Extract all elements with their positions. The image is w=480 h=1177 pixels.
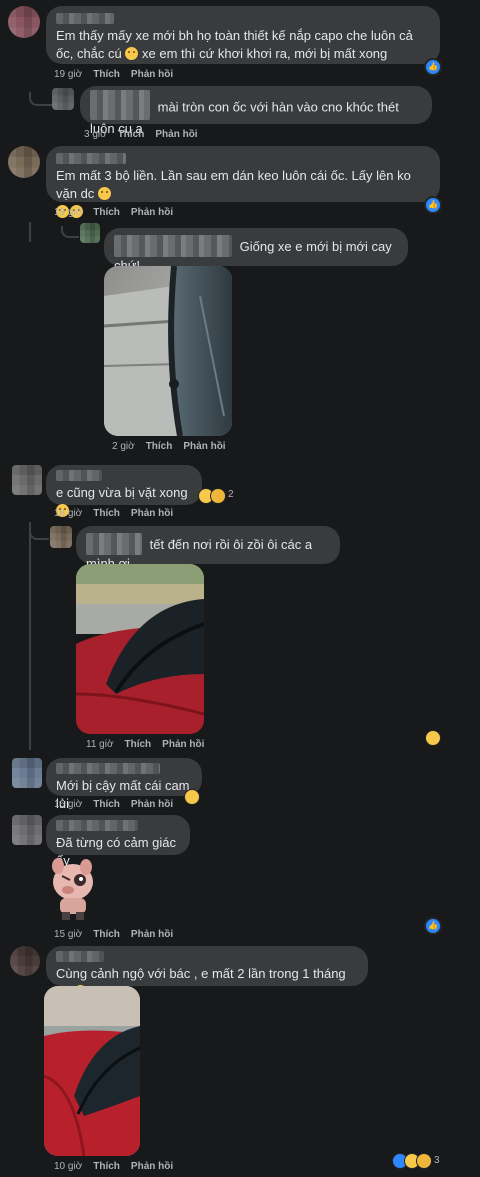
avatar[interactable] [8,146,40,178]
thread-connector [29,526,49,540]
comment-meta: 19 giờ Thích Phản hồi [54,207,184,218]
commenter-name[interactable] [90,90,150,120]
like-link[interactable]: Thích [125,739,152,750]
comment-bubble: Em mất 3 bộ liền. Lần sau em dán keo luô… [46,146,440,218]
reply-link[interactable]: Phản hồi [131,799,173,810]
reply-time[interactable]: 3 giờ [84,129,107,140]
reply-link[interactable]: Phản hồi [131,69,173,80]
thread-connector [29,222,31,242]
red-car-windshield-photo [76,564,204,734]
reply-link[interactable]: Phản hồi [155,129,197,140]
comment-bubble: Mới bị cậy mất cái cam lùi [46,758,202,811]
attached-photo[interactable] [104,266,232,436]
smile-emoji-icon [97,187,111,200]
reaction-count[interactable]: 2 [228,489,234,500]
reply-link[interactable]: Phản hồi [131,508,173,519]
like-reaction-icon[interactable]: 👍 [424,196,442,214]
comment-time[interactable]: 18 giờ [54,508,82,519]
reply-meta: 11 giờ Thích Phản hồi [86,739,215,750]
comment-meta: 10 giờ Thích Phản hồi [54,1161,184,1172]
comment-time[interactable]: 19 giờ [54,207,82,218]
avatar[interactable] [80,223,100,243]
thread-connector [29,522,31,750]
commenter-name[interactable] [56,763,160,774]
comment-time[interactable]: 16 giờ [54,799,82,810]
commenter-name[interactable] [114,234,232,257]
red-car-hood-photo [44,986,140,1156]
comment-bubble: Đã từng có cảm giác ấy [46,815,190,868]
comment-bubble: Em thấy mấy xe mới bh họ toàn thiết kế n… [46,6,440,64]
comment-meta: 19 giờ Thích Phản hồi [54,69,184,80]
comment-time[interactable]: 19 giờ [54,69,82,80]
reply-meta: 2 giờ Thích Phản hồi [112,441,237,452]
comment-bubble: e cũng vừa bị vặt xong [46,465,202,517]
like-link[interactable]: Thích [146,441,173,452]
like-link[interactable]: Thích [93,508,120,519]
reply-time[interactable]: 11 giờ [86,739,114,750]
comment-time[interactable]: 10 giờ [54,1161,82,1172]
reply-bubble: mài tròn con ốc với hàn vào cno khóc thé… [80,86,432,136]
commenter-name[interactable] [56,820,138,831]
comment-meta: 18 giờ Thích Phản hồi [54,508,184,519]
comment-meta: 16 giờ Thích Phản hồi [54,799,184,810]
sad-reaction-icon[interactable] [184,789,200,805]
like-link[interactable]: Thích [93,1161,120,1172]
sad-reaction-icon[interactable] [210,488,226,504]
avatar[interactable] [52,88,74,110]
reply-bubble: Giống xe e mới bị mới cay chứ! [104,228,408,273]
commenter-name[interactable] [56,470,102,481]
confused-emoji-icon [125,47,139,60]
avatar[interactable] [10,946,40,976]
haha-reaction-icon[interactable] [425,730,441,746]
like-reaction-icon[interactable]: 👍 [424,917,442,935]
reply-link[interactable]: Phản hồi [162,739,204,750]
reply-time[interactable]: 2 giờ [112,441,135,452]
avatar[interactable] [50,526,72,548]
commenter-name[interactable] [56,951,104,962]
reply-meta: 3 giờ Thích Phản hồi [84,129,209,140]
sad-reaction-icon[interactable] [416,1153,432,1169]
avatar[interactable] [12,758,42,788]
attached-photo[interactable] [76,564,204,734]
car-windshield-photo [104,266,232,436]
like-link[interactable]: Thích [93,799,120,810]
comment-bubble: Cùng cảnh ngộ với bác , e mất 2 lần tron… [46,946,368,999]
reply-link[interactable]: Phản hồi [183,441,225,452]
like-link[interactable]: Thích [93,929,120,940]
like-link[interactable]: Thích [118,129,145,140]
reply-link[interactable]: Phản hồi [131,207,173,218]
thread-connector [29,92,53,106]
avatar[interactable] [12,465,42,495]
sticker[interactable] [46,858,100,922]
reply-bubble: tết đến nơi rồi ôi zồi ôi các a mình ơi [76,526,340,571]
like-reaction-icon[interactable]: 👍 [424,58,442,76]
avatar[interactable] [12,815,42,845]
commenter-name[interactable] [56,153,126,164]
attached-photo[interactable] [44,986,140,1156]
comment-text: e cũng vừa bị vặt xong [56,485,188,500]
like-link[interactable]: Thích [93,207,120,218]
thread-connector [61,226,79,238]
comment-meta: 15 giờ Thích Phản hồi [54,929,184,940]
reaction-count[interactable]: 3 [434,1155,440,1166]
reply-link[interactable]: Phản hồi [131,929,173,940]
reply-link[interactable]: Phản hồi [131,1161,173,1172]
comment-text-continued: xe em thì cứ khơi khơi ra, mới bị mất xo… [142,46,388,61]
avatar[interactable] [8,6,40,38]
like-link[interactable]: Thích [93,69,120,80]
angry-pig-sticker-icon [52,858,93,920]
commenter-name[interactable] [56,13,114,24]
commenter-name[interactable] [86,532,142,555]
comment-time[interactable]: 15 giờ [54,929,82,940]
